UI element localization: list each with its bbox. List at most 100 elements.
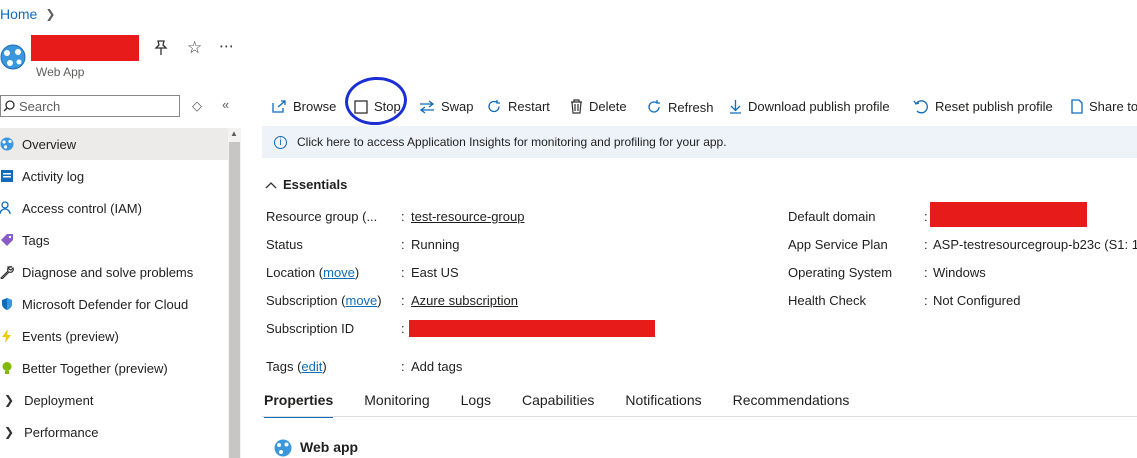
- subscription-id-label: Subscription ID: [266, 321, 355, 336]
- chevron-up-icon: [265, 181, 277, 188]
- location-label: Location (move): [266, 265, 360, 280]
- restart-icon: [488, 100, 500, 113]
- sidebar-item-label: Performance: [24, 424, 99, 440]
- tab-monitoring[interactable]: Monitoring: [364, 392, 429, 408]
- location-move-link[interactable]: move: [323, 265, 355, 280]
- tab-properties[interactable]: Properties: [264, 392, 334, 418]
- subscription-move-link[interactable]: move: [346, 293, 378, 308]
- colon: :: [401, 293, 405, 308]
- subscription-label-text: Subscription: [266, 293, 338, 308]
- colon: :: [401, 209, 405, 224]
- subscription-label: Subscription (move): [266, 293, 382, 308]
- tab-bar: Properties Monitoring Logs Capabilities …: [264, 392, 880, 418]
- app-service-plan-label: App Service Plan: [788, 237, 888, 252]
- collapse-icon[interactable]: «: [222, 97, 229, 112]
- sidebar-item-label: Deployment: [24, 392, 94, 408]
- browse-button[interactable]: Browse: [271, 99, 336, 114]
- share-label: Share to: [1089, 99, 1137, 114]
- sidebar-item-deployment[interactable]: ❯ Deployment: [0, 384, 228, 416]
- search-placeholder: Search: [19, 98, 61, 114]
- sidebar-item-performance[interactable]: ❯ Performance: [0, 416, 228, 448]
- location-label-text: Location: [266, 265, 316, 280]
- banner-text: Click here to access Application Insight…: [297, 135, 727, 149]
- shield-icon: [0, 297, 14, 311]
- colon: :: [924, 237, 928, 252]
- health-check-label: Health Check: [788, 293, 867, 308]
- pin-icon[interactable]: [154, 40, 168, 60]
- colon: :: [924, 293, 928, 308]
- colon: :: [401, 321, 405, 336]
- open-external-icon: [272, 99, 286, 113]
- sidebar-item-events[interactable]: Events (preview): [0, 320, 228, 352]
- annotation-circle: [343, 74, 409, 128]
- restart-button[interactable]: Restart: [487, 99, 550, 114]
- subscription-link[interactable]: Azure subscription: [411, 293, 518, 308]
- search-icon: [3, 100, 15, 112]
- tab-divider: [262, 416, 1137, 417]
- tags-label-text: Tags: [266, 359, 294, 374]
- download-publish-profile-button[interactable]: Download publish profile: [729, 99, 890, 114]
- info-icon: i: [274, 135, 287, 149]
- tab-recommendations[interactable]: Recommendations: [733, 392, 850, 408]
- chevron-right-icon: ❯: [4, 393, 15, 407]
- location-value: East US: [411, 265, 459, 280]
- colon: :: [401, 359, 405, 374]
- redacted-resource-name: [31, 35, 139, 61]
- web-app-icon: [0, 137, 14, 151]
- search-input[interactable]: Search: [0, 95, 180, 117]
- swap-label: Swap: [441, 99, 474, 114]
- sort-icon[interactable]: ◇: [192, 98, 202, 114]
- sidebar-item-tags[interactable]: Tags: [0, 224, 228, 256]
- restart-label: Restart: [508, 99, 550, 114]
- sidebar-item-label: Activity log: [22, 168, 85, 184]
- tags-edit-link[interactable]: edit: [301, 359, 322, 374]
- default-domain-label: Default domain: [788, 209, 876, 224]
- more-icon[interactable]: ⋯: [219, 37, 234, 55]
- resource-group-label: Resource group (...: [266, 209, 378, 224]
- sidebar-item-label: Overview: [22, 136, 77, 152]
- resource-type: Web App: [36, 65, 85, 79]
- sidebar-item-defender[interactable]: Microsoft Defender for Cloud: [0, 288, 228, 320]
- download-label: Download publish profile: [748, 99, 890, 114]
- os-value: Windows: [933, 265, 986, 280]
- web-app-icon: [0, 44, 26, 70]
- reset-label: Reset publish profile: [935, 99, 1053, 114]
- refresh-label: Refresh: [668, 99, 714, 115]
- tab-notifications[interactable]: Notifications: [625, 392, 701, 408]
- sidebar-item-diagnose[interactable]: Diagnose and solve problems: [0, 256, 228, 288]
- sidebar-scroll-thumb[interactable]: [229, 142, 240, 458]
- download-icon: [730, 100, 741, 114]
- essentials-toggle[interactable]: Essentials: [265, 177, 347, 192]
- sidebar-item-label: Access control (IAM): [22, 200, 142, 216]
- app-service-plan-link[interactable]: ASP-testresourcegroup-b23c (S1: 1): [933, 237, 1137, 252]
- sidebar-item-label: Better Together (preview): [22, 360, 168, 376]
- resource-group-link[interactable]: test-resource-group: [411, 209, 524, 224]
- scroll-up-icon[interactable]: ▲: [230, 129, 238, 138]
- sidebar-item-overview[interactable]: Overview: [0, 128, 228, 160]
- breadcrumb-home[interactable]: Home: [0, 6, 37, 22]
- refresh-button[interactable]: Refresh: [646, 99, 714, 115]
- section-title: Web app: [300, 439, 359, 455]
- swap-icon: [419, 99, 435, 114]
- tag-icon: [0, 233, 14, 247]
- chevron-right-icon: ❯: [45, 7, 56, 21]
- sidebar-item-access-control[interactable]: Access control (IAM): [0, 192, 228, 224]
- sidebar-item-label: Events (preview): [22, 328, 119, 344]
- wrench-icon: [0, 265, 14, 279]
- health-check-link[interactable]: Not Configured: [933, 293, 1020, 308]
- sidebar-item-label: Diagnose and solve problems: [22, 264, 194, 280]
- sidebar-item-better-together[interactable]: Better Together (preview): [0, 352, 228, 384]
- star-icon[interactable]: ☆: [187, 38, 202, 58]
- share-button[interactable]: Share to: [1071, 99, 1137, 114]
- app-insights-banner[interactable]: i Click here to access Application Insig…: [262, 126, 1137, 158]
- colon: :: [401, 265, 405, 280]
- swap-button[interactable]: Swap: [419, 99, 474, 114]
- sidebar-nav: Overview Activity log Access control (IA…: [0, 128, 228, 448]
- delete-button[interactable]: Delete: [570, 99, 627, 114]
- tab-logs[interactable]: Logs: [461, 392, 491, 408]
- tab-capabilities[interactable]: Capabilities: [522, 392, 594, 408]
- reset-publish-profile-button[interactable]: Reset publish profile: [913, 99, 1053, 114]
- add-tags-link[interactable]: Add tags: [411, 359, 462, 374]
- sidebar-item-activity-log[interactable]: Activity log: [0, 160, 228, 192]
- colon: :: [924, 209, 928, 224]
